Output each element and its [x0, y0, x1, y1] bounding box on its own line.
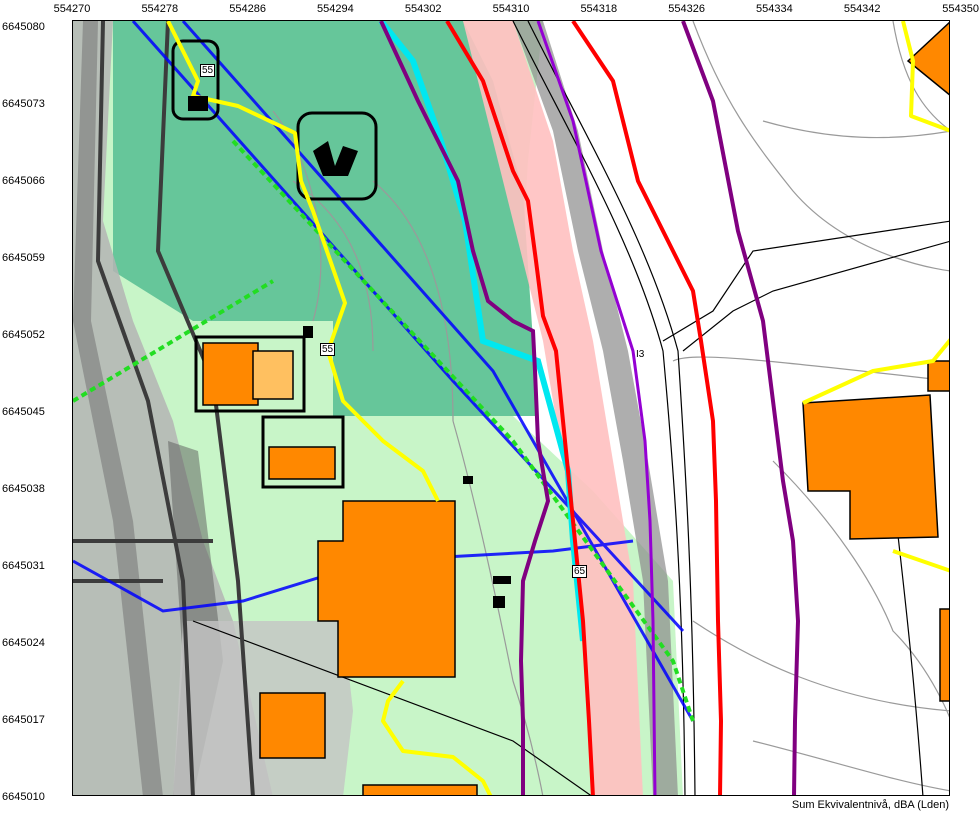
map-canvas: [73, 21, 949, 795]
y-tick-label: 6645017: [2, 714, 45, 726]
building: [939, 608, 949, 702]
x-tick-label: 554294: [317, 3, 354, 15]
building: [927, 360, 949, 392]
legend-caption: Sum Ekvivalentnivå, dBA (Lden): [791, 799, 949, 811]
y-tick-label: 6645052: [2, 329, 45, 341]
x-tick-label: 554302: [404, 3, 442, 15]
contour-label-55-top: 55: [200, 64, 216, 77]
x-tick-label: 554310: [492, 3, 530, 15]
road-label: I3: [636, 349, 645, 360]
building: [252, 350, 294, 400]
y-tick-label: 6645073: [2, 98, 45, 110]
building: [362, 784, 478, 795]
x-tick-label: 554326: [668, 3, 705, 15]
building: [259, 692, 326, 759]
y-tick-label: 6645038: [2, 483, 45, 495]
x-tick-label: 554318: [580, 3, 618, 15]
y-tick-label: 6645031: [2, 560, 45, 572]
x-tick-label: 554270: [53, 3, 91, 15]
noise-map[interactable]: 55 55 65 I3: [72, 20, 950, 796]
x-tick-label: 554334: [756, 3, 793, 15]
x-tick-label: 554350: [942, 3, 979, 15]
y-tick-label: 6645066: [2, 175, 45, 187]
x-tick-label: 554278: [141, 3, 179, 15]
y-tick-label: 6645059: [2, 252, 45, 264]
x-tick-label: 554286: [229, 3, 266, 15]
y-tick-label: 6645024: [2, 637, 45, 649]
contour-label-55-mid: 55: [320, 343, 336, 356]
y-tick-label: 6645045: [2, 406, 45, 418]
y-tick-label: 6645010: [2, 791, 45, 803]
x-tick-label: 554342: [843, 3, 881, 15]
building: [202, 342, 259, 406]
building: [268, 446, 336, 480]
contour-label-65: 65: [572, 565, 588, 578]
y-tick-label: 6645080: [2, 21, 45, 33]
